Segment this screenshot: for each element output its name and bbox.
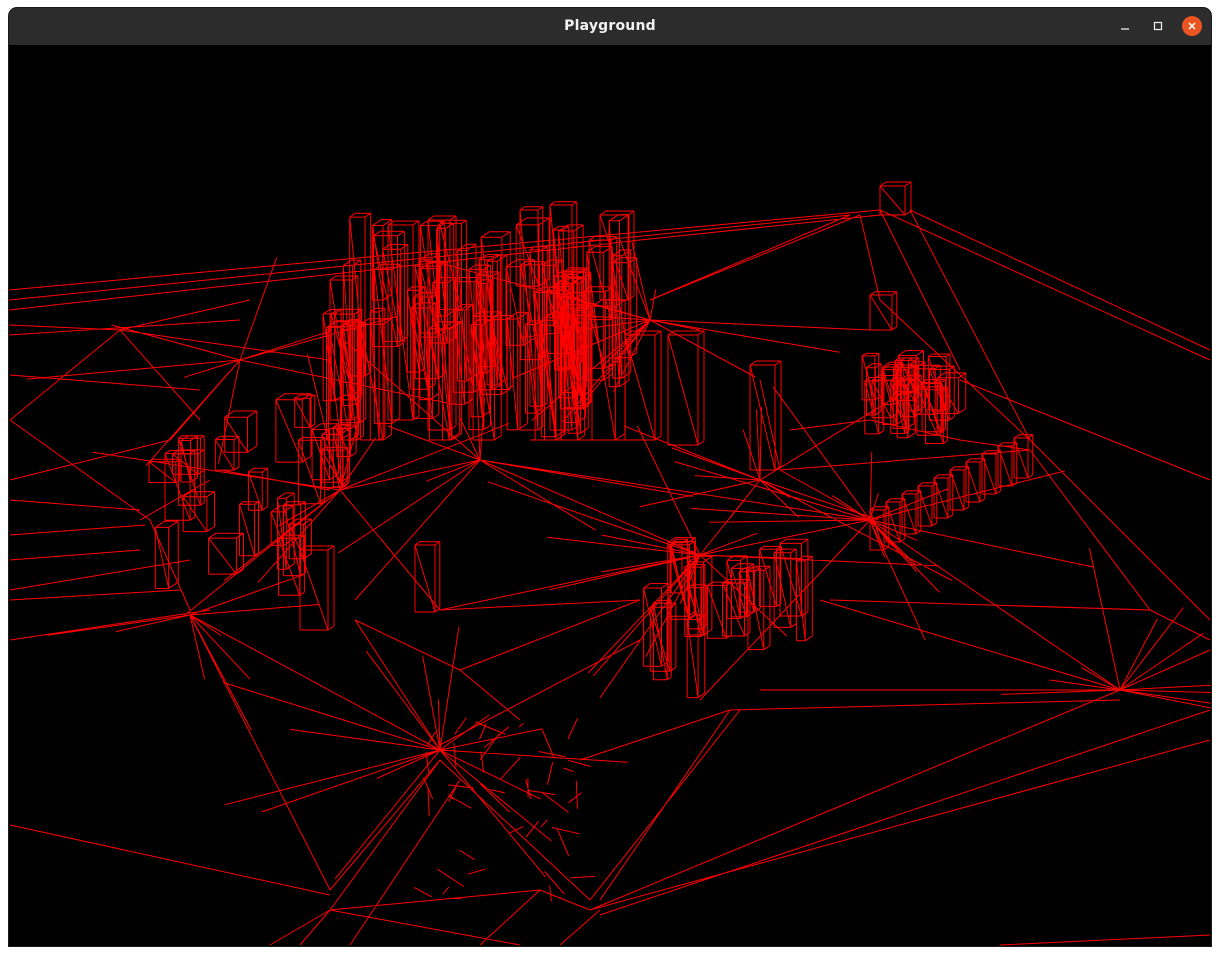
close-icon bbox=[1188, 22, 1196, 30]
maximize-icon bbox=[1153, 21, 1163, 31]
wireframe-scene bbox=[9, 181, 1211, 946]
close-button[interactable] bbox=[1182, 16, 1202, 36]
window-title: Playground bbox=[564, 18, 656, 34]
wireframe-edges bbox=[9, 181, 1211, 946]
maximize-button[interactable] bbox=[1148, 16, 1168, 36]
app-window: Playground bbox=[9, 8, 1211, 946]
minimize-icon bbox=[1121, 28, 1129, 30]
wireframe-mesh bbox=[9, 181, 1211, 946]
minimize-button[interactable] bbox=[1115, 16, 1135, 36]
title-bar[interactable]: Playground bbox=[9, 8, 1211, 46]
render-viewport[interactable] bbox=[9, 45, 1211, 946]
